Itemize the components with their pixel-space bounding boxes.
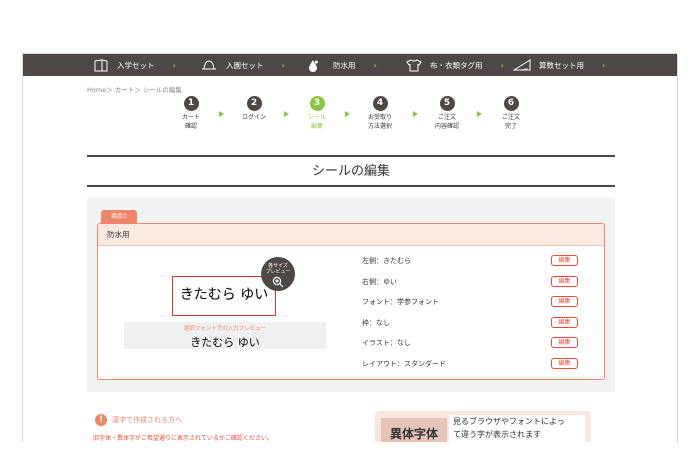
step-5: 5 ご注文内容確認 (422, 96, 472, 131)
alert-icon: ! (95, 414, 107, 426)
notice-title: 漢字で作成される方へ (112, 416, 182, 424)
edit-left-button[interactable]: 編集 (551, 255, 578, 266)
nav-label: 入学セット (117, 60, 155, 70)
top-nav: 入学セット › 入園セット › 防水用 › 布・衣類タグ用 › 算数セット用 › (23, 54, 677, 76)
step-arrow-icon (219, 111, 224, 117)
nav-label: 算数セット用 (539, 60, 584, 70)
water-drop-icon (309, 59, 318, 72)
step-4: 4 お受取り方法選択 (355, 96, 405, 131)
nav-label: 防水用 (333, 60, 356, 70)
nav-label: 布・衣類タグ用 (430, 60, 483, 70)
page-frame: 入学セット › 入園セット › 防水用 › 布・衣類タグ用 › 算数セット用 ›… (22, 53, 678, 442)
chevron-right-icon: › (373, 60, 377, 70)
nav-item-bousui[interactable]: 防水用 › (307, 54, 377, 76)
step-number: 3 (309, 96, 325, 111)
zoom-label: プレビュー (265, 269, 291, 275)
edit-frame-button[interactable]: 編集 (551, 317, 578, 328)
step-6: 6 ご注文完了 (486, 96, 536, 131)
font-description: 見るブラウザやフォントによっ て違う字が表示されます (449, 415, 585, 442)
product-card: 防水用 きたむら ゆい 各サイズ プレビュー 選択フォントでの入力プレビュー きた… (97, 223, 605, 380)
step-label: ご注文 (501, 114, 520, 121)
edit-illust-button[interactable]: 編集 (551, 337, 578, 348)
step-arrow-icon (413, 111, 418, 117)
chevron-right-icon: › (500, 60, 504, 70)
preview-label: 選択フォントでの入力プレビュー (183, 326, 267, 332)
step-arrow-icon (284, 111, 289, 117)
step-number: 1 (183, 96, 199, 111)
chevron-right-icon: › (281, 60, 285, 70)
step-number: 2 (246, 96, 262, 111)
nav-item-nyugaku[interactable]: 入学セット › (93, 54, 176, 76)
chevron-right-icon: › (602, 60, 606, 70)
attr-layout: レイアウト：スタンダード (362, 360, 446, 368)
ruler-icon (513, 59, 531, 71)
edit-layout-button[interactable]: 編集 (551, 358, 578, 369)
product-tab: 商品1 (101, 210, 137, 223)
edit-right-button[interactable]: 編集 (551, 276, 578, 287)
step-arrow-icon (345, 111, 350, 117)
step-label: カート (181, 114, 200, 121)
step-label: 確認 (184, 123, 197, 130)
edit-font-button[interactable]: 編集 (551, 296, 578, 307)
step-label: 完了 (504, 123, 517, 130)
attr-left: 左側：きたむら (362, 257, 411, 265)
font-sample: 異体字体 (381, 418, 447, 442)
step-label: ご注文 (437, 114, 456, 121)
size-preview-button[interactable]: 各サイズ プレビュー (261, 257, 295, 291)
step-1: 1 カート確認 (166, 96, 216, 131)
step-number: 5 (439, 96, 455, 111)
step-label: 内容確認 (434, 123, 459, 130)
breadcrumb[interactable]: Home＞ カート＞ シールの編集 (87, 84, 182, 94)
page-title: シールの編集 (311, 164, 390, 179)
hat-icon (202, 60, 216, 70)
nav-item-sansu[interactable]: 算数セット用 › (513, 54, 605, 76)
step-label: 方法選択 (367, 123, 392, 130)
nav-label: 入園セット (226, 60, 264, 70)
title-divider-top (87, 155, 615, 157)
notice-text: 旧字体・異体字がご希望通りに表示されているかご確認ください。 (93, 435, 273, 442)
chevron-right-icon: › (172, 60, 176, 70)
step-label: ログイン (241, 114, 266, 121)
preview-text: きたむら ゆい (190, 336, 260, 349)
step-3: 3 シール編集 (292, 96, 342, 131)
zoom-in-icon (272, 276, 284, 288)
attr-font: フォント：学参フォント (362, 298, 439, 306)
title-divider-bottom (87, 185, 615, 187)
tshirt-icon (406, 58, 422, 71)
step-number: 4 (372, 96, 388, 111)
step-label: お受取り (367, 114, 392, 121)
notebook-icon (94, 58, 108, 71)
product-panel: 商品1 防水用 きたむら ゆい 各サイズ プレビュー 選択フォントでの入力プレビュ… (87, 198, 615, 392)
nav-item-nuno[interactable]: 布・衣類タグ用 › (406, 54, 504, 76)
font-desc-line: て違う字が表示されます (453, 430, 541, 439)
sticker-preview: きたむら ゆい (172, 276, 276, 316)
attr-frame: 枠：なし (362, 319, 390, 327)
step-arrow-icon (477, 111, 482, 117)
attr-right: 右側：ゆい (362, 278, 397, 286)
step-2: 2 ログイン (229, 96, 279, 122)
font-desc-line: 見るブラウザやフォントによっ (453, 417, 565, 426)
step-label: 編集 (310, 123, 323, 130)
step-label: シール (307, 114, 326, 121)
step-number: 6 (503, 96, 519, 111)
nav-item-nyuen[interactable]: 入園セット › (200, 54, 285, 76)
font-info-box: 異体字体 見るブラウザやフォントによっ て違う字が表示されます (375, 411, 591, 442)
font-input-preview: 選択フォントでの入力プレビュー きたむら ゆい (124, 322, 326, 349)
attr-illust: イラスト：なし (362, 339, 411, 347)
product-type: 防水用 (98, 224, 604, 246)
